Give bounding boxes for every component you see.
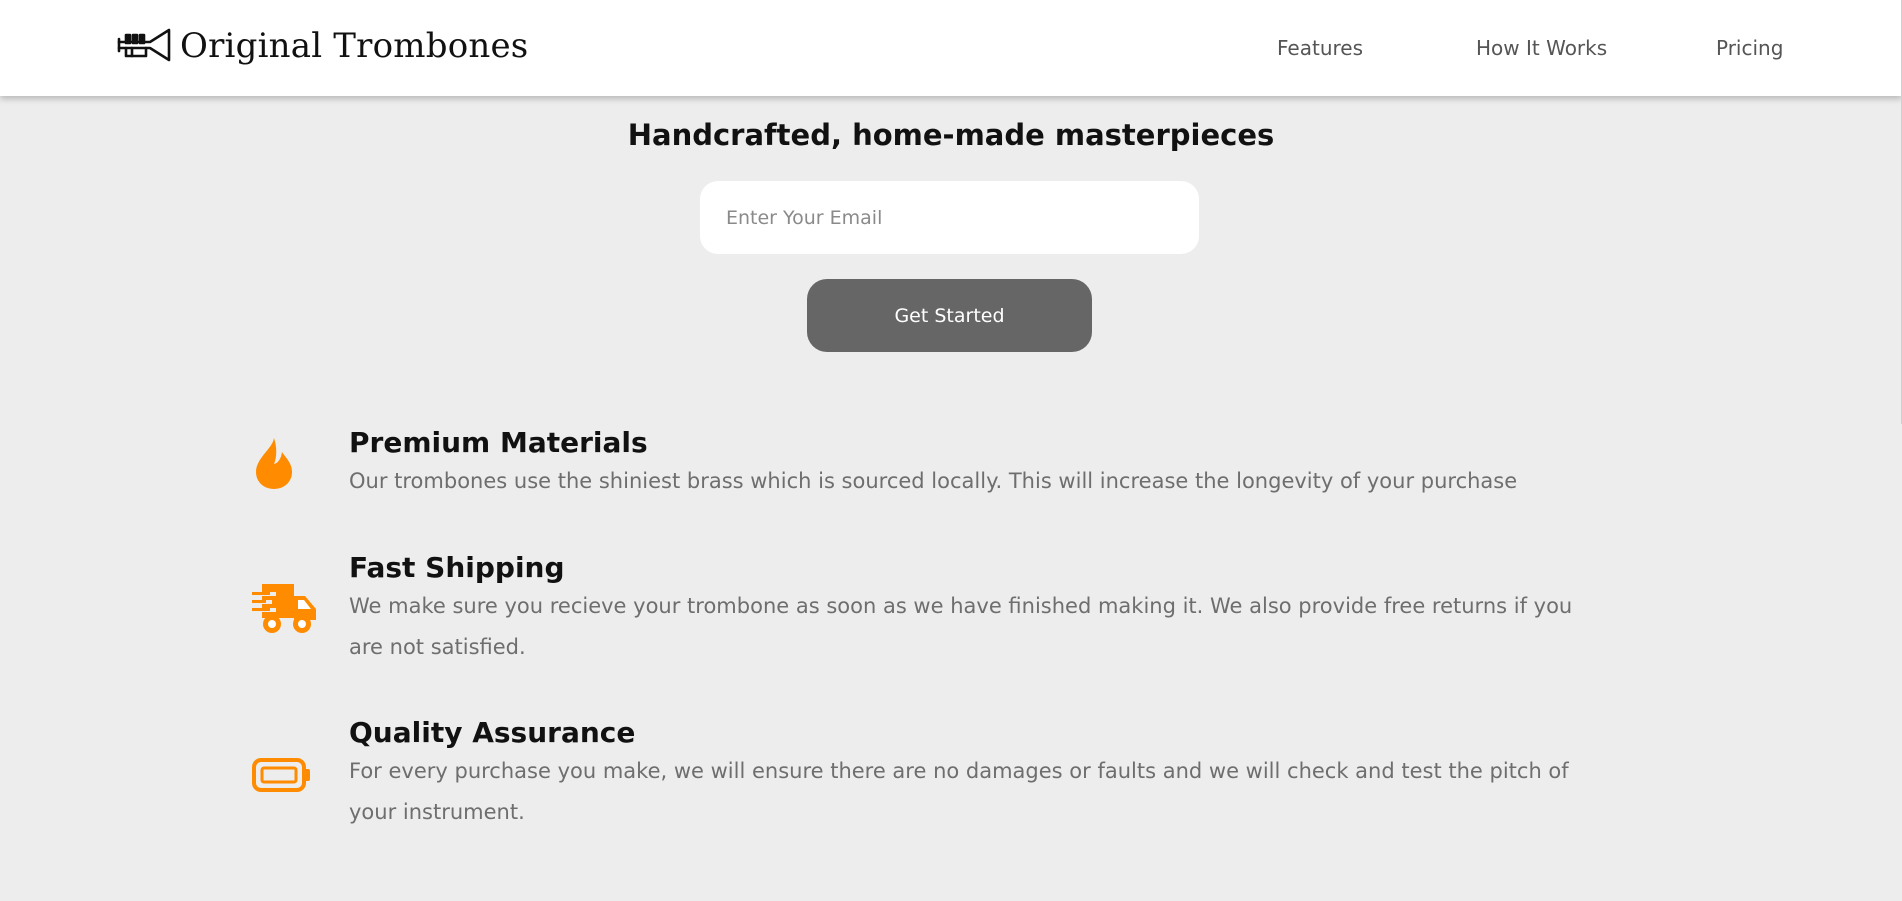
site-header: Original Trombones Features How It Works… (0, 0, 1902, 96)
shipping-truck-icon (252, 584, 316, 633)
trombone-icon (117, 28, 171, 62)
feature-title: Quality Assurance (349, 716, 636, 749)
fire-icon (256, 438, 292, 489)
brand-name: Original Trombones (180, 26, 529, 66)
battery-full-icon (252, 758, 310, 792)
nav-link-pricing[interactable]: Pricing (1716, 36, 1783, 60)
get-started-button[interactable]: Get Started (807, 279, 1092, 352)
hero-title: Handcrafted, home-made masterpieces (627, 118, 1275, 152)
brand-logo[interactable]: Original Trombones (116, 22, 528, 70)
feature-title: Fast Shipping (349, 551, 565, 584)
feature-title: Premium Materials (349, 426, 648, 459)
feature-description: We make sure you recieve your trombone a… (349, 594, 1573, 659)
nav-link-features[interactable]: Features (1277, 36, 1363, 60)
feature-description: For every purchase you make, we will ens… (349, 759, 1569, 824)
nav-link-how-it-works[interactable]: How It Works (1476, 36, 1607, 60)
feature-description: Our trombones use the shiniest brass whi… (349, 469, 1518, 493)
email-input[interactable] (700, 181, 1199, 254)
